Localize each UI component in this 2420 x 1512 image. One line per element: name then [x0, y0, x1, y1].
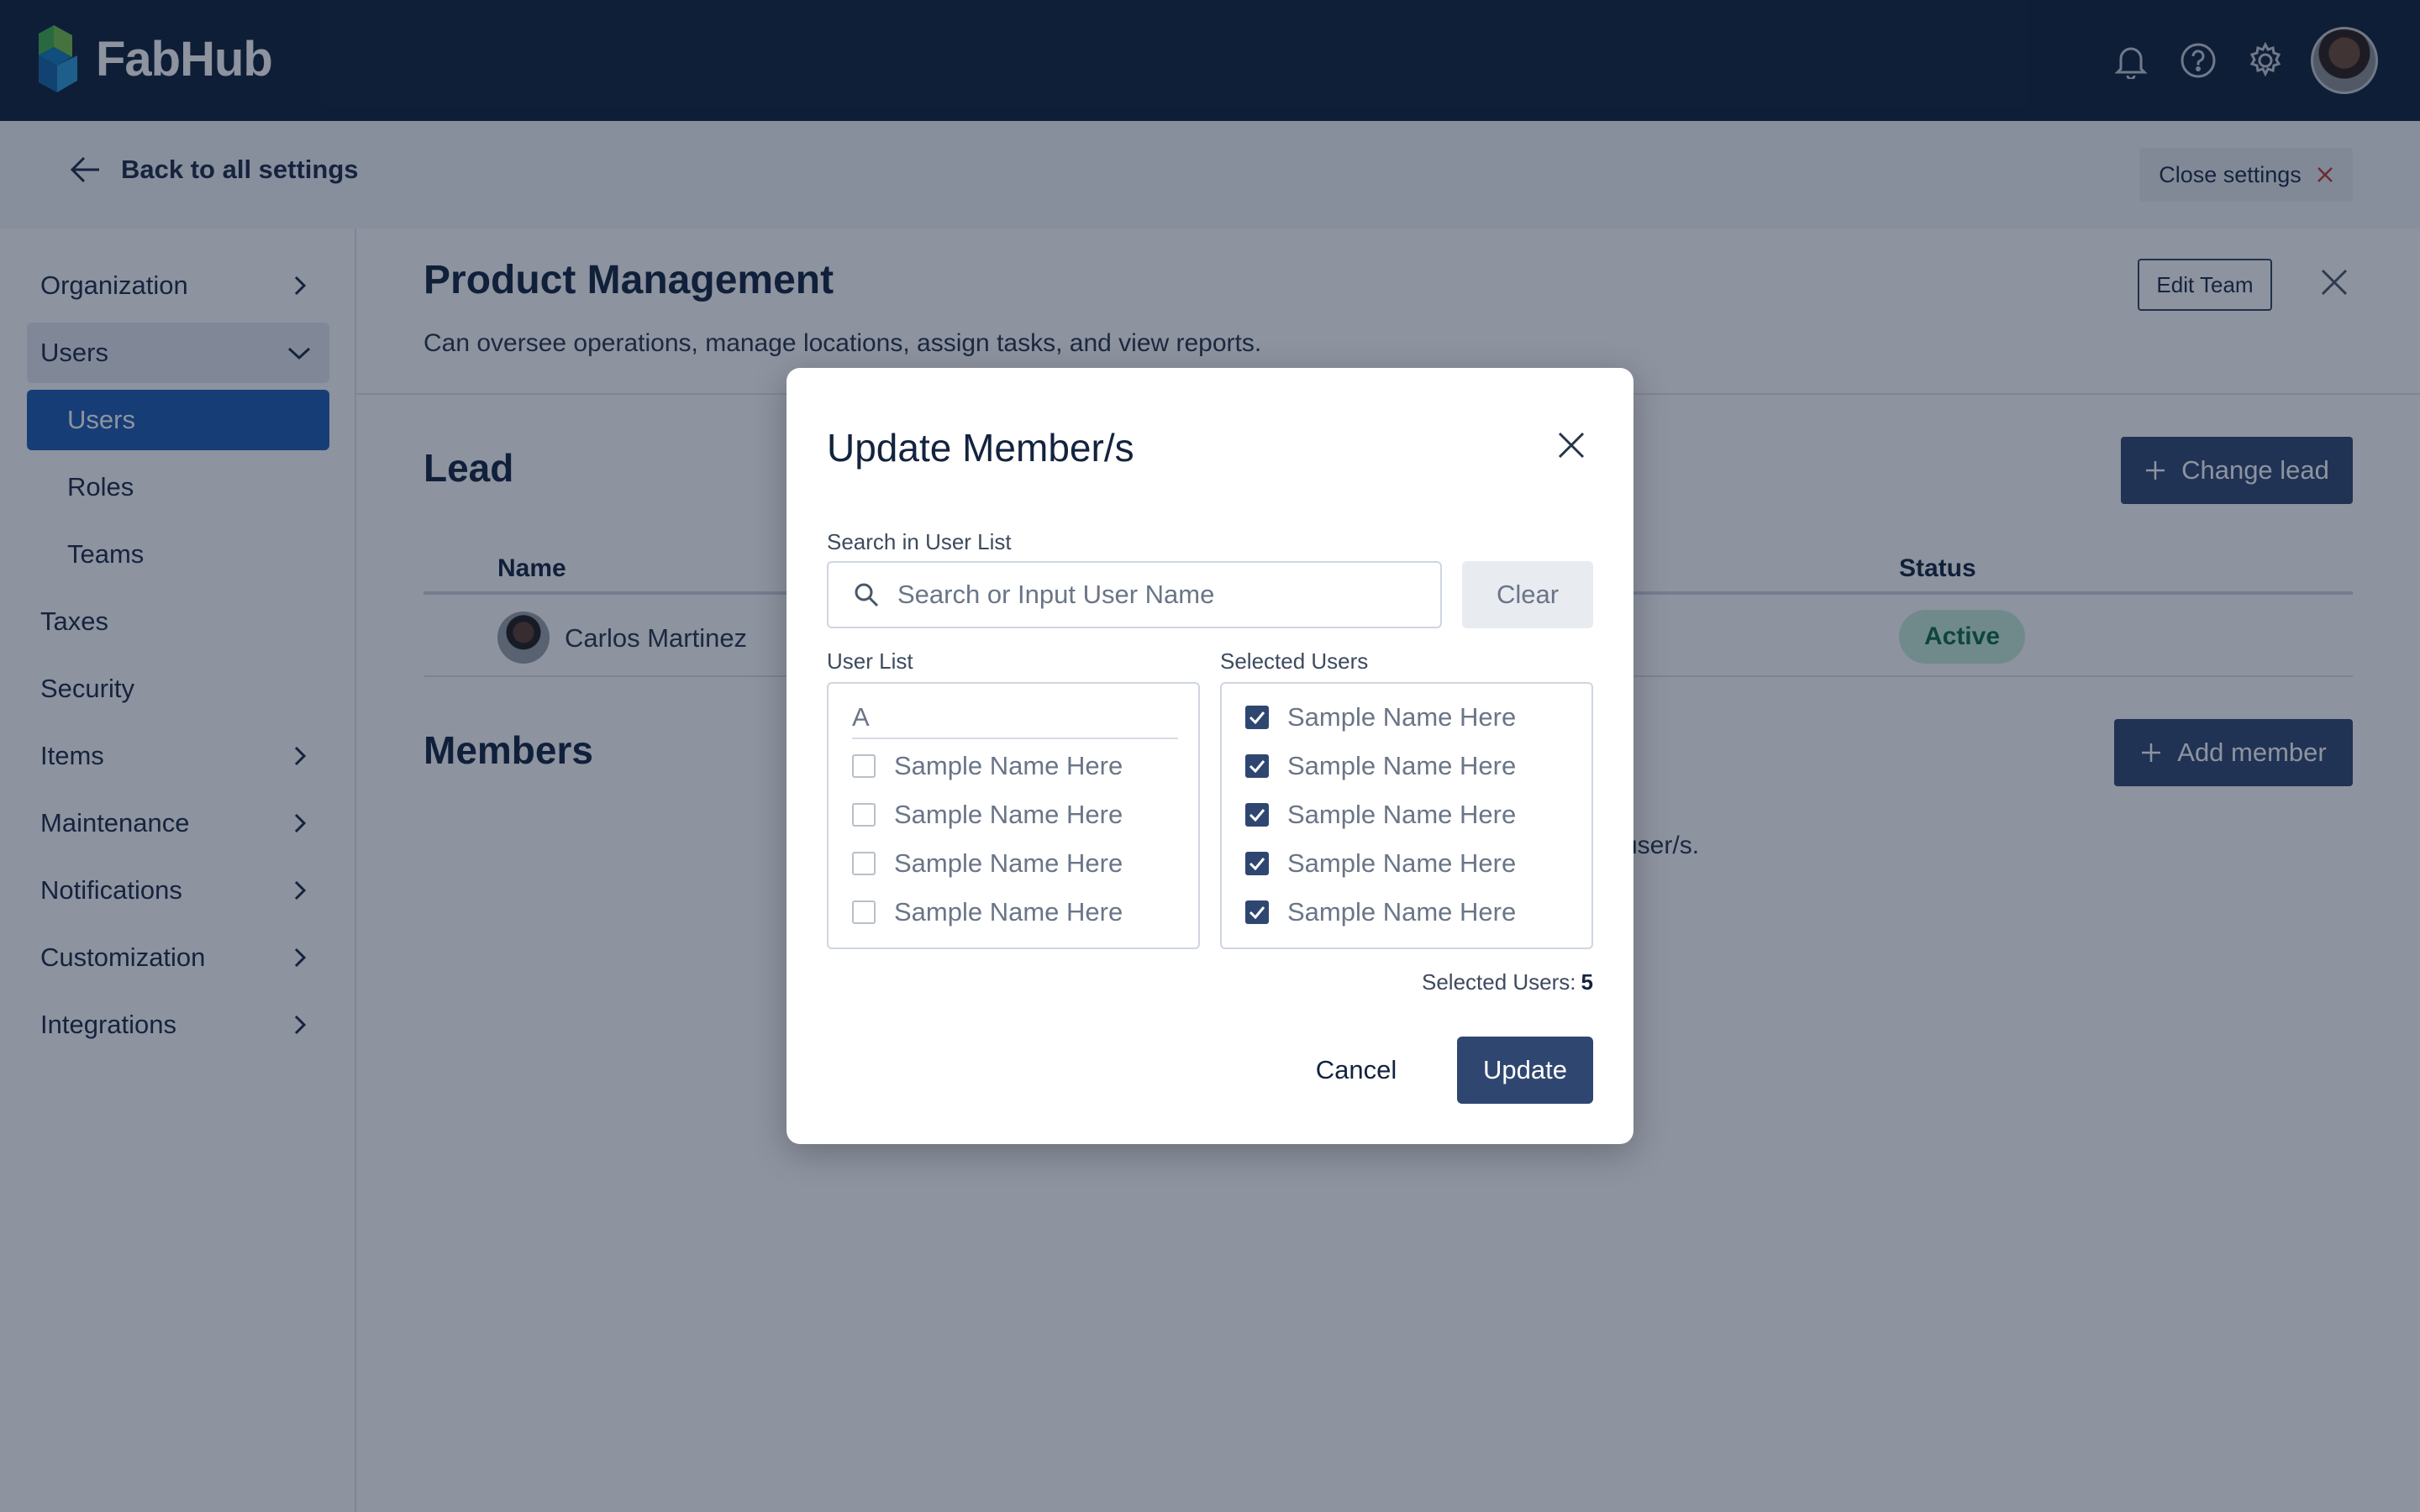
search-field — [827, 561, 1442, 628]
selected-count-value: 5 — [1581, 969, 1593, 995]
user-list[interactable]: A Sample Name Here Sample Name Here Samp… — [827, 682, 1200, 949]
selected-users-label: Selected Users — [1220, 648, 1369, 674]
user-name: Sample Name Here — [1287, 702, 1517, 732]
update-members-dialog: Update Member/s Search in User List Clea… — [786, 368, 1634, 1144]
list-item[interactable]: Sample Name Here — [1245, 702, 1516, 732]
checkbox[interactable] — [852, 900, 876, 924]
checkbox[interactable] — [852, 754, 876, 778]
check-icon — [1249, 809, 1265, 822]
divider — [852, 738, 1178, 739]
group-letter: A — [852, 702, 870, 732]
list-item[interactable]: Sample Name Here — [852, 848, 1123, 879]
checkbox-checked[interactable] — [1245, 706, 1269, 729]
list-item[interactable]: Sample Name Here — [1245, 848, 1516, 879]
selected-users-list[interactable]: Sample Name Here Sample Name Here Sample… — [1220, 682, 1593, 949]
cancel-button[interactable]: Cancel — [1291, 1037, 1422, 1104]
user-name: Sample Name Here — [1287, 848, 1517, 878]
user-name: Sample Name Here — [1287, 897, 1517, 927]
selected-count: Selected Users: 5 — [1422, 969, 1593, 995]
user-name: Sample Name Here — [894, 751, 1123, 780]
clear-button[interactable]: Clear — [1462, 561, 1593, 628]
checkbox[interactable] — [852, 803, 876, 827]
checkbox-checked[interactable] — [1245, 754, 1269, 778]
checkbox-checked[interactable] — [1245, 852, 1269, 875]
user-name: Sample Name Here — [1287, 800, 1517, 829]
update-button[interactable]: Update — [1457, 1037, 1593, 1104]
list-item[interactable]: Sample Name Here — [852, 751, 1123, 781]
user-list-label: User List — [827, 648, 913, 674]
list-item[interactable]: Sample Name Here — [852, 800, 1123, 830]
check-icon — [1249, 906, 1265, 919]
dialog-title: Update Member/s — [827, 426, 1134, 470]
user-name: Sample Name Here — [894, 800, 1123, 829]
list-item[interactable]: Sample Name Here — [1245, 897, 1516, 927]
search-input[interactable] — [896, 579, 1403, 611]
check-icon — [1249, 858, 1265, 870]
user-name: Sample Name Here — [894, 897, 1123, 927]
list-item[interactable]: Sample Name Here — [852, 897, 1123, 927]
check-icon — [1249, 711, 1265, 724]
list-item[interactable]: Sample Name Here — [1245, 800, 1516, 830]
user-name: Sample Name Here — [894, 848, 1123, 878]
checkbox-checked[interactable] — [1245, 900, 1269, 924]
list-item[interactable]: Sample Name Here — [1245, 751, 1516, 781]
check-icon — [1249, 760, 1265, 773]
user-name: Sample Name Here — [1287, 751, 1517, 780]
close-icon[interactable] — [1556, 430, 1586, 460]
checkbox-checked[interactable] — [1245, 803, 1269, 827]
search-label: Search in User List — [827, 529, 1012, 554]
selected-count-label: Selected Users: — [1422, 969, 1576, 995]
checkbox[interactable] — [852, 852, 876, 875]
search-icon — [855, 583, 879, 607]
